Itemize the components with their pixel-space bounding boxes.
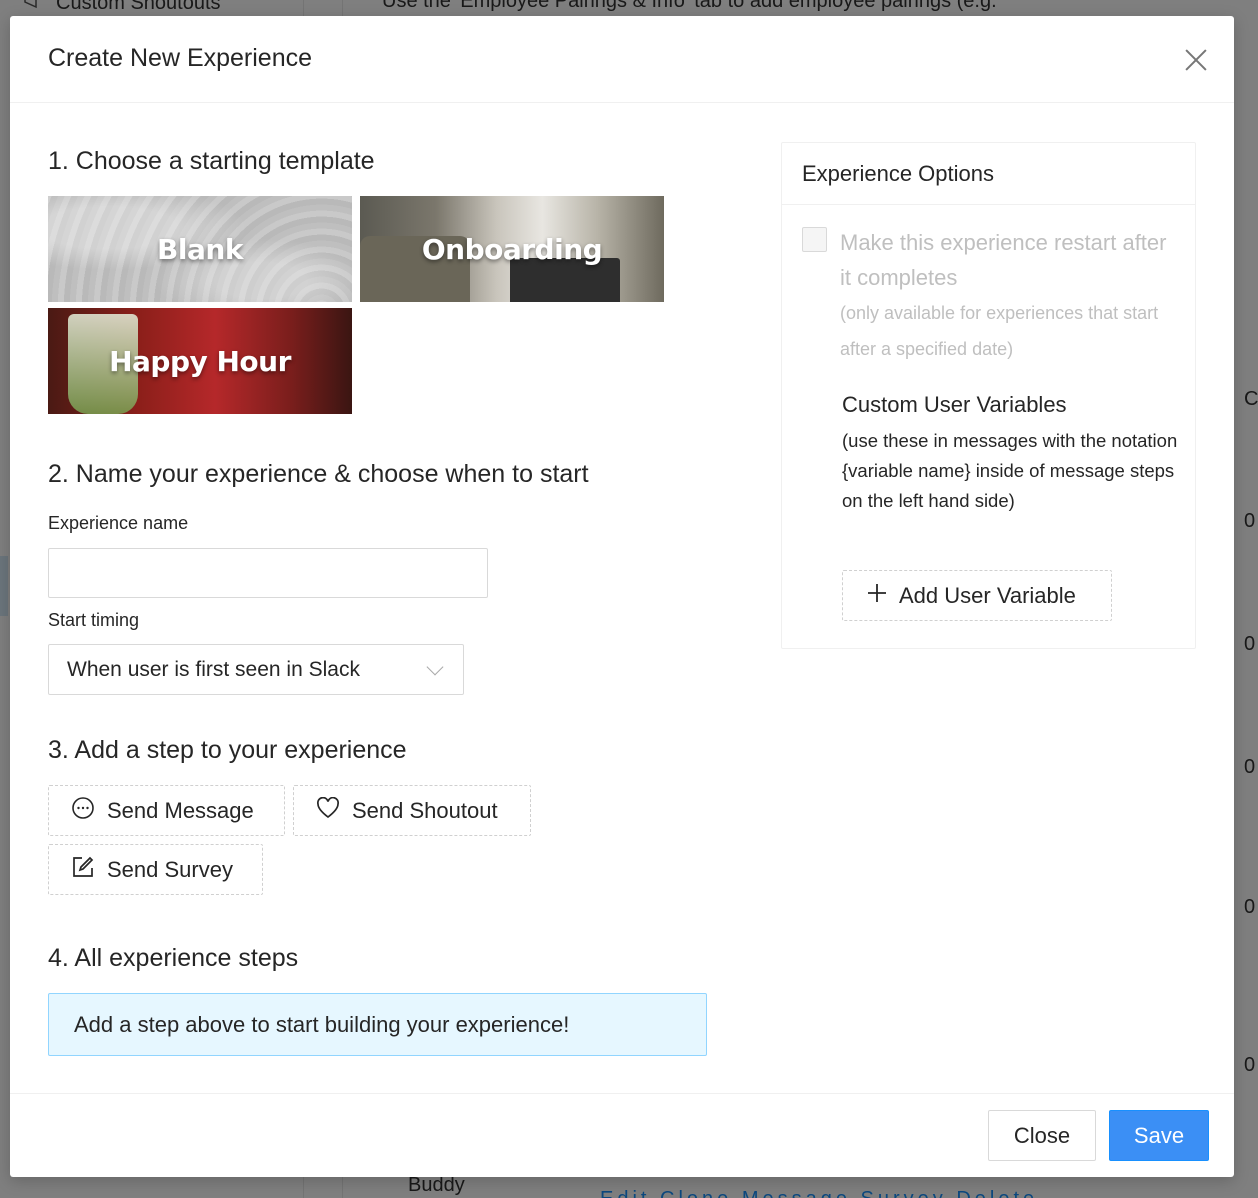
message-icon <box>71 796 95 826</box>
modal-footer: Close Save <box>10 1093 1234 1177</box>
template-happy-hour-label: Happy Hour <box>109 344 291 378</box>
template-blank-label: Blank <box>157 232 243 266</box>
close-icon[interactable] <box>1180 44 1212 76</box>
modal-title: Create New Experience <box>48 44 313 72</box>
section-add-step-title: 3. Add a step to your experience <box>48 736 407 764</box>
send-survey-button[interactable]: Send Survey <box>48 844 263 895</box>
template-onboarding-label: Onboarding <box>421 232 603 266</box>
experience-name-input[interactable] <box>48 548 488 598</box>
experience-name-label: Experience name <box>48 513 189 533</box>
plus-icon <box>867 583 887 609</box>
template-blank[interactable]: Blank <box>48 196 352 302</box>
restart-note: (only available for experiences that sta… <box>840 303 1159 359</box>
create-experience-modal: Create New Experience 1. Choose a starti… <box>10 16 1234 1177</box>
start-timing-value: When user is first seen in Slack <box>67 657 360 681</box>
section-name-title: 2. Name your experience & choose when to… <box>48 460 589 488</box>
custom-variables-title: Custom User Variables <box>842 392 1067 417</box>
send-shoutout-label: Send Shoutout <box>352 797 498 823</box>
modal-header: Create New Experience <box>10 16 1234 103</box>
chevron-down-icon <box>426 658 444 676</box>
close-button[interactable]: Close <box>988 1110 1096 1161</box>
template-onboarding[interactable]: Onboarding <box>360 196 664 302</box>
add-user-variable-button[interactable]: Add User Variable <box>842 570 1112 621</box>
edit-icon <box>71 855 95 885</box>
section-steps-title: 4. All experience steps <box>48 944 299 972</box>
restart-checkbox[interactable] <box>802 227 827 252</box>
empty-steps-alert: Add a step above to start building your … <box>48 993 707 1056</box>
send-message-button[interactable]: Send Message <box>48 785 285 836</box>
section-template-title: 1. Choose a starting template <box>48 147 375 175</box>
start-timing-label: Start timing <box>48 610 140 630</box>
empty-steps-text: Add a step above to start building your … <box>74 1011 570 1037</box>
add-user-variable-label: Add User Variable <box>899 582 1076 608</box>
experience-options-title: Experience Options <box>782 143 1195 205</box>
template-happy-hour[interactable]: Happy Hour <box>48 308 352 414</box>
restart-label: Make this experience restart after it co… <box>840 230 1167 290</box>
send-shoutout-button[interactable]: Send Shoutout <box>293 785 531 836</box>
send-message-label: Send Message <box>107 797 254 823</box>
custom-variables-description: (use these in messages with the notation… <box>842 430 1178 511</box>
heart-icon <box>316 796 340 825</box>
send-survey-label: Send Survey <box>107 856 233 882</box>
save-button[interactable]: Save <box>1109 1110 1209 1161</box>
experience-options-card: Experience Options Make this experience … <box>781 142 1196 649</box>
start-timing-select[interactable]: When user is first seen in Slack <box>48 644 464 695</box>
